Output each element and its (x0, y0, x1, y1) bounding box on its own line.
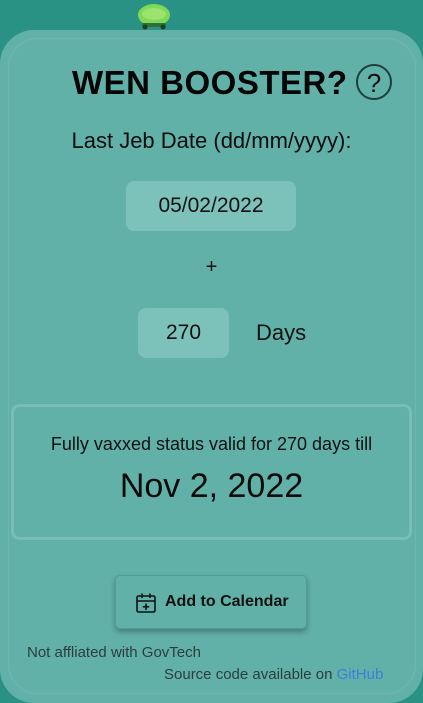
source-prefix: Source code available on (164, 666, 337, 683)
help-icon: ? (366, 68, 382, 98)
days-input[interactable] (138, 308, 229, 358)
source-note: Source code available on GitHub (164, 666, 383, 683)
frog-mascot-icon (138, 4, 170, 30)
plus-sign: + (205, 256, 218, 278)
add-to-calendar-label: Add to Calendar (165, 593, 289, 610)
calendar-add-icon (136, 593, 156, 613)
result-date: Nov 2, 2022 (119, 467, 304, 505)
page-title: WEN BOOSTER? (72, 64, 348, 101)
add-to-calendar-button[interactable]: Add to Calendar (115, 575, 307, 629)
result-text: Fully vaxxed status valid for 270 days t… (50, 434, 373, 454)
help-button[interactable]: ? (356, 64, 392, 100)
date-label: Last Jeb Date (dd/mm/yyyy): (71, 128, 352, 153)
disclaimer-text: Not affliated with GovTech (27, 644, 201, 661)
github-link[interactable]: GitHub (337, 666, 384, 683)
result-panel: Fully vaxxed status valid for 270 days t… (11, 404, 412, 540)
last-jab-date-input[interactable] (126, 181, 296, 231)
days-label: Days (256, 320, 307, 345)
